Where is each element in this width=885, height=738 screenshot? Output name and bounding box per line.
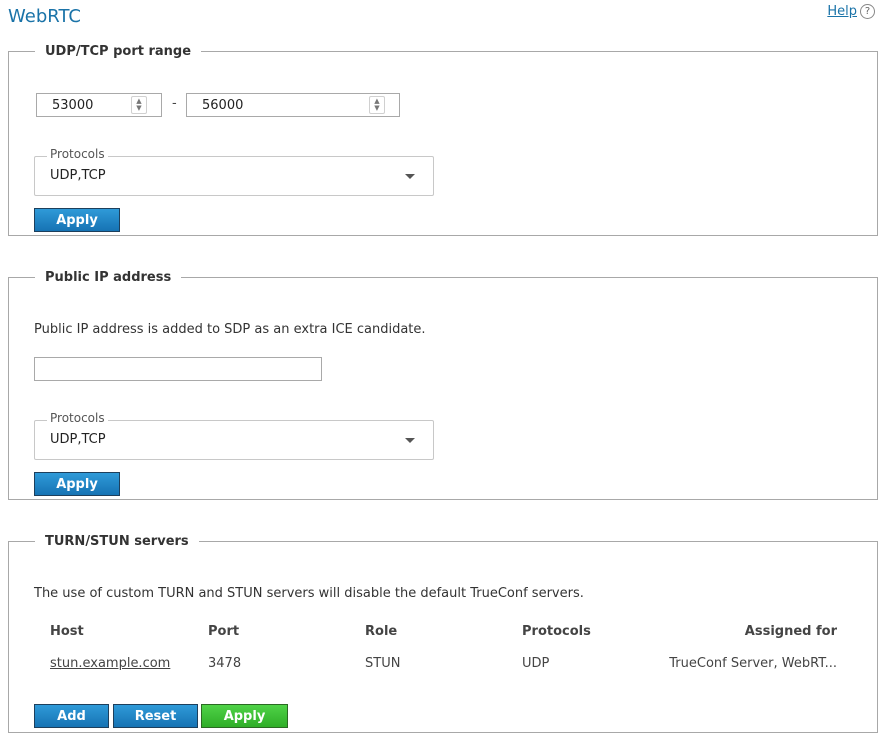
port-range-protocols-select[interactable]: Protocols UDP,TCP	[34, 147, 434, 196]
protocols-label: Protocols	[47, 411, 108, 425]
protocols-value: UDP,TCP	[50, 168, 106, 183]
column-header-host[interactable]: Host	[50, 624, 84, 639]
port-from-spinner-icon[interactable]: ▲ ▼	[131, 96, 147, 114]
dropdown-arrow-icon[interactable]	[405, 174, 415, 179]
row-role: STUN	[365, 656, 401, 671]
port-range-separator: -	[172, 96, 177, 111]
public-ip-description: Public IP address is added to SDP as an …	[34, 322, 426, 337]
public-ip-protocols-select[interactable]: Protocols UDP,TCP	[34, 411, 434, 460]
column-header-assigned-for[interactable]: Assigned for	[745, 624, 837, 639]
public-ip-legend: Public IP address	[45, 270, 172, 285]
port-from-value: 53000	[52, 97, 94, 113]
help-question-icon[interactable]: ?	[860, 4, 875, 19]
add-server-button[interactable]: Add	[34, 704, 109, 728]
port-range-section: UDP/TCP port range 53000 ▲ ▼ - 56000 ▲ ▼ P…	[8, 44, 878, 236]
port-to-input[interactable]: 56000 ▲ ▼	[186, 93, 400, 117]
public-ip-input[interactable]	[34, 357, 322, 381]
row-host-link[interactable]: stun.example.com	[50, 656, 170, 671]
port-range-legend: UDP/TCP port range	[45, 44, 192, 59]
page-title: WebRTC	[8, 6, 81, 27]
turn-stun-description: The use of custom TURN and STUN servers …	[34, 586, 584, 601]
column-header-role[interactable]: Role	[365, 624, 397, 639]
protocols-value: UDP,TCP	[50, 432, 106, 447]
column-header-port[interactable]: Port	[208, 624, 239, 639]
dropdown-arrow-icon[interactable]	[405, 438, 415, 443]
column-header-protocols[interactable]: Protocols	[522, 624, 591, 639]
port-to-spinner-icon[interactable]: ▲ ▼	[369, 96, 385, 114]
public-ip-section: Public IP address Public IP address is a…	[8, 270, 878, 500]
port-range-apply-button[interactable]: Apply	[34, 208, 120, 232]
row-protocols: UDP	[522, 656, 550, 671]
row-port: 3478	[208, 656, 242, 671]
help-link[interactable]: Help	[827, 4, 857, 19]
turn-stun-apply-button[interactable]: Apply	[201, 704, 288, 728]
port-from-input[interactable]: 53000 ▲ ▼	[36, 93, 162, 117]
help-link-group[interactable]: Help ?	[827, 4, 875, 19]
protocols-label: Protocols	[47, 147, 108, 161]
turn-stun-section: TURN/STUN servers The use of custom TURN…	[8, 534, 878, 733]
turn-stun-legend: TURN/STUN servers	[45, 534, 189, 549]
port-to-value: 56000	[202, 97, 244, 113]
public-ip-apply-button[interactable]: Apply	[34, 472, 120, 496]
row-assigned-for: TrueConf Server, WebRT...	[669, 656, 837, 671]
reset-servers-button[interactable]: Reset	[113, 704, 198, 728]
